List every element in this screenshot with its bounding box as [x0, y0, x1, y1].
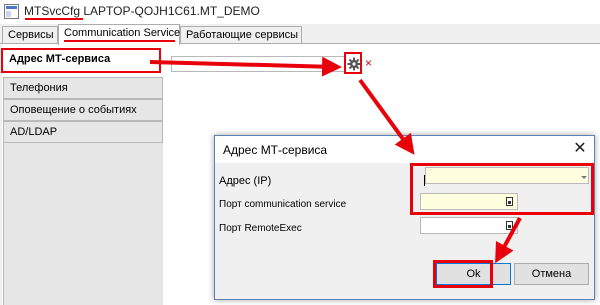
sidebar-item-notifications[interactable]: Оповещение о событиях — [3, 99, 163, 121]
sidebar-item-ad-ldap[interactable]: AD/LDAP — [3, 121, 163, 143]
window-titlebar: MTSvcCfg LAPTOP-QOJH1C61.MT_DEMO — [0, 0, 600, 24]
app-name-highlight — [25, 18, 83, 20]
tab-services-label: Сервисы — [8, 29, 54, 41]
address-fields-highlight — [410, 163, 594, 215]
mt-address-field[interactable] — [171, 56, 347, 72]
tab-communication-service-label: Communication Service — [64, 27, 181, 39]
calculator-icon[interactable] — [506, 221, 513, 230]
tab-running-services-label: Работающие сервисы — [186, 29, 299, 41]
tab-highlight — [64, 40, 175, 42]
port-comm-label: Порт communication service — [219, 199, 347, 210]
app-icon — [4, 4, 19, 19]
cancel-button[interactable]: Отмена — [514, 263, 589, 285]
close-icon[interactable]: ✕ — [570, 139, 590, 159]
settings-button[interactable] — [344, 52, 362, 74]
sidebar-item-label: Адрес МТ-сервиса — [9, 53, 111, 65]
ok-button-highlight — [433, 260, 493, 288]
window-host: LAPTOP-QOJH1C61.MT_DEMO — [83, 4, 260, 18]
address-label: Адрес (IP) — [219, 175, 272, 187]
dialog-titlebar: Адрес МТ-сервиса ✕ — [215, 136, 594, 163]
sidebar-item-telephony[interactable]: Телефония — [3, 77, 163, 99]
port-remote-field[interactable] — [420, 217, 518, 234]
sidebar-item-label: Оповещение о событиях — [10, 104, 137, 116]
app-name: MTSvcCfg — [24, 4, 81, 18]
sidebar-item-label: AD/LDAP — [10, 126, 58, 138]
sidebar-item-mt-address[interactable]: Адрес МТ-сервиса — [1, 48, 161, 73]
sidebar-item-label: Телефония — [10, 82, 68, 94]
clear-icon[interactable]: × — [365, 56, 375, 70]
window-title: MTSvcCfg LAPTOP-QOJH1C61.MT_DEMO — [24, 4, 260, 18]
port-remote-label: Порт RemoteExec — [219, 223, 302, 234]
dialog-title: Адрес МТ-сервиса — [223, 143, 328, 157]
mt-address-dialog: Адрес МТ-сервиса ✕ Адрес (IP) Порт commu… — [214, 135, 595, 300]
gear-icon — [347, 57, 361, 71]
tab-running-services[interactable]: Работающие сервисы — [180, 26, 302, 44]
tab-services[interactable]: Сервисы — [2, 26, 58, 44]
